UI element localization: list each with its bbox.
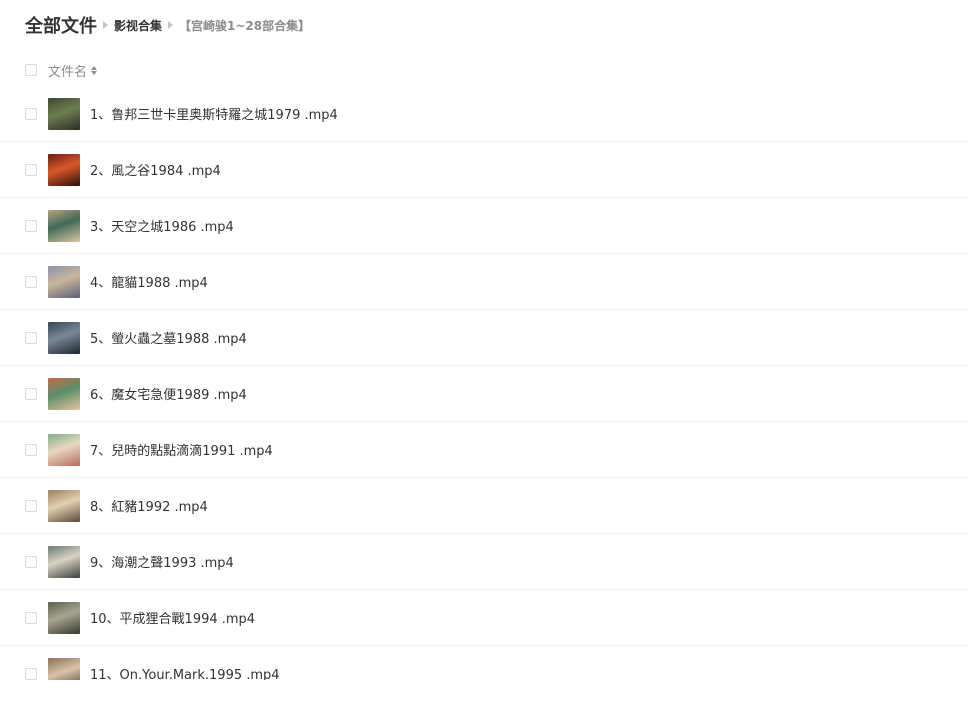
file-list: 1、鲁邦三世卡里奥斯特羅之城1979 .mp4 2、風之谷1984 .mp4 3、天… [0, 86, 968, 680]
file-checkbox[interactable] [25, 555, 37, 568]
file-row[interactable]: 3、天空之城1986 .mp4 [0, 198, 968, 254]
file-name[interactable]: 7、兒時的點點滴滴1991 .mp4 [90, 440, 273, 459]
file-name[interactable]: 6、魔女宅急便1989 .mp4 [90, 384, 247, 403]
file-row[interactable]: 5、螢火蟲之墓1988 .mp4 [0, 310, 968, 366]
file-checkbox[interactable] [25, 611, 37, 624]
file-name[interactable]: 11、On.Your.Mark.1995 .mp4 [90, 664, 280, 680]
video-thumbnail[interactable] [48, 601, 80, 634]
file-checkbox[interactable] [25, 387, 37, 400]
file-checkbox[interactable] [25, 499, 37, 512]
file-browser: 全部文件 影视合集 【宫崎骏1~28部合集】 文件名 1、鲁邦三世卡里奥斯特羅之… [0, 0, 968, 704]
file-checkbox[interactable] [25, 163, 37, 176]
file-row[interactable]: 7、兒時的點點滴滴1991 .mp4 [0, 422, 968, 478]
breadcrumb-root[interactable]: 全部文件 [25, 12, 97, 38]
file-row[interactable]: 9、海潮之聲1993 .mp4 [0, 534, 968, 590]
select-all-checkbox[interactable] [25, 64, 37, 76]
file-name[interactable]: 1、鲁邦三世卡里奥斯特羅之城1979 .mp4 [90, 104, 338, 123]
file-name[interactable]: 3、天空之城1986 .mp4 [90, 216, 234, 235]
video-thumbnail[interactable] [48, 153, 80, 186]
file-row[interactable]: 2、風之谷1984 .mp4 [0, 142, 968, 198]
column-header-name[interactable]: 文件名 [48, 61, 87, 80]
file-checkbox[interactable] [25, 667, 37, 680]
file-row[interactable]: 8、紅豬1992 .mp4 [0, 478, 968, 534]
breadcrumb-current: 【宫崎骏1~28部合集】 [179, 18, 311, 33]
file-name[interactable]: 8、紅豬1992 .mp4 [90, 496, 208, 515]
file-row[interactable]: 4、龍貓1988 .mp4 [0, 254, 968, 310]
file-name[interactable]: 2、風之谷1984 .mp4 [90, 160, 221, 179]
video-thumbnail[interactable] [48, 433, 80, 466]
file-row[interactable]: 1、鲁邦三世卡里奥斯特羅之城1979 .mp4 [0, 86, 968, 142]
file-name[interactable]: 4、龍貓1988 .mp4 [90, 272, 208, 291]
file-checkbox[interactable] [25, 275, 37, 288]
video-thumbnail[interactable] [48, 265, 80, 298]
breadcrumb-separator-icon [168, 21, 174, 29]
video-thumbnail[interactable] [48, 489, 80, 522]
video-thumbnail[interactable] [48, 209, 80, 242]
list-header: 文件名 [25, 58, 98, 82]
sort-icon[interactable] [91, 65, 98, 75]
video-thumbnail[interactable] [48, 545, 80, 578]
file-name[interactable]: 9、海潮之聲1993 .mp4 [90, 552, 234, 571]
video-thumbnail[interactable] [48, 97, 80, 130]
file-row[interactable]: 6、魔女宅急便1989 .mp4 [0, 366, 968, 422]
breadcrumb-folder[interactable]: 影视合集 [114, 17, 162, 34]
video-thumbnail[interactable] [48, 657, 80, 680]
file-checkbox[interactable] [25, 219, 37, 232]
file-name[interactable]: 10、平成狸合戰1994 .mp4 [90, 608, 255, 627]
file-row[interactable]: 11、On.Your.Mark.1995 .mp4 [0, 646, 968, 680]
video-thumbnail[interactable] [48, 321, 80, 354]
video-thumbnail[interactable] [48, 377, 80, 410]
breadcrumb: 全部文件 影视合集 【宫崎骏1~28部合集】 [25, 12, 310, 38]
file-row[interactable]: 10、平成狸合戰1994 .mp4 [0, 590, 968, 646]
file-checkbox[interactable] [25, 443, 37, 456]
file-name[interactable]: 5、螢火蟲之墓1988 .mp4 [90, 328, 247, 347]
breadcrumb-separator-icon [103, 21, 108, 29]
file-checkbox[interactable] [25, 331, 37, 344]
file-checkbox[interactable] [25, 107, 37, 120]
